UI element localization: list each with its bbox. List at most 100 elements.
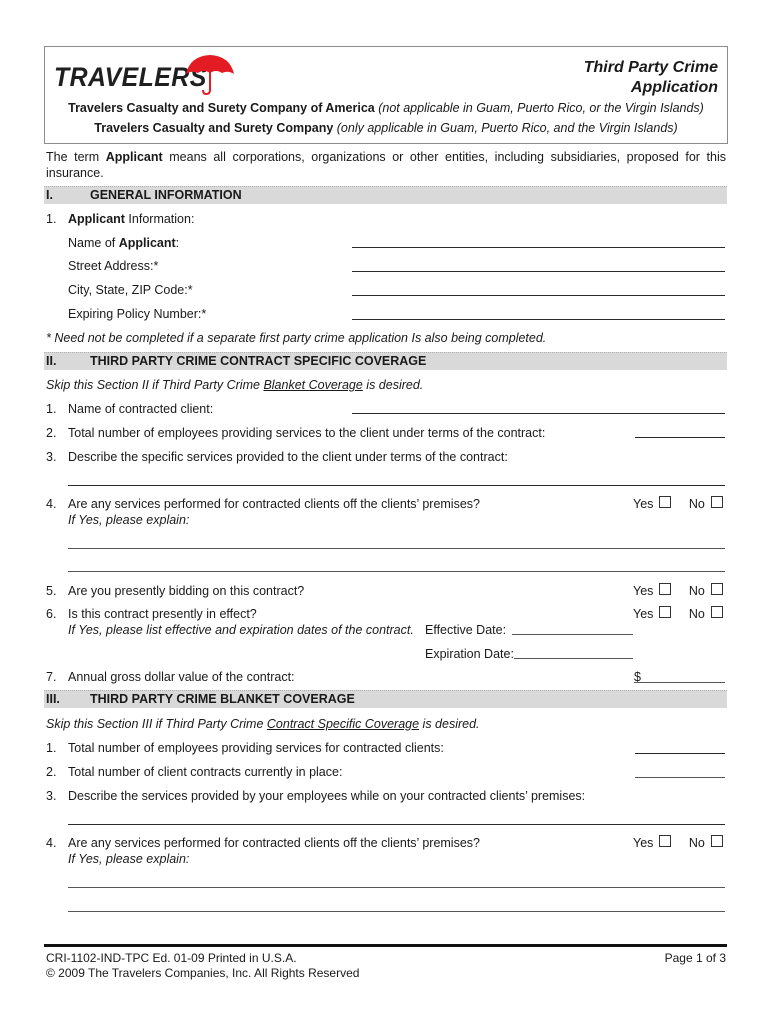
in-effect-label: Is this contract presently in effect? <box>68 607 257 621</box>
section-number: III. <box>46 692 60 706</box>
company-1-name: Travelers Casualty and Surety Company of… <box>68 101 375 115</box>
no-label: No <box>688 607 705 621</box>
company-line-2: Travelers Casualty and Surety Company (o… <box>44 120 728 136</box>
title-line-1: Third Party Crime <box>583 59 718 76</box>
bidding-label: Are you presently bidding on this contra… <box>68 584 305 598</box>
yes-label: Yes <box>633 584 654 598</box>
skip-coverage-name: Blanket Coverage <box>263 378 363 392</box>
expiration-date-label: Expiration Date: <box>425 647 514 661</box>
effective-date-label: Effective Date: <box>425 623 507 637</box>
label-bold: Applicant <box>68 212 125 226</box>
question-number: 1. <box>46 741 57 755</box>
footer-divider <box>44 944 727 947</box>
document-title: Third Party Crime Application <box>584 58 718 98</box>
applicant-info-label: Applicant Information: <box>68 211 194 227</box>
off-premises-explain-field-2[interactable] <box>68 571 725 572</box>
no-checkbox[interactable] <box>710 583 723 595</box>
client-contracts-count-label: Total number of client contracts current… <box>68 765 343 779</box>
page-number: Page 1 of 3 <box>664 951 726 965</box>
blanket-off-premises-label: Are any services performed for contracte… <box>68 836 480 850</box>
yes-checkbox[interactable] <box>659 835 672 847</box>
expiration-date-field[interactable] <box>514 658 633 659</box>
yes-checkbox[interactable] <box>659 496 672 508</box>
expiring-policy-number-label: Expiring Policy Number:* <box>68 307 207 321</box>
no-label: No <box>688 836 705 850</box>
question-number: 6. <box>46 607 57 621</box>
label-bold: Applicant <box>118 236 176 250</box>
question-number: 1. <box>46 402 57 416</box>
blanket-off-premises-yes-no: Yes No <box>633 835 723 851</box>
no-checkbox[interactable] <box>710 496 723 508</box>
city-state-zip-field[interactable] <box>352 295 725 296</box>
blanket-services-label: Describe the services provided by your e… <box>68 789 586 803</box>
specific-services-field[interactable] <box>68 485 725 486</box>
contract-dates-instruction: If Yes, please list effective and expira… <box>68 623 414 637</box>
question-number: 1. <box>46 212 57 226</box>
title-line-2: Application <box>630 79 718 96</box>
section-title: THIRD PARTY CRIME CONTRACT SPECIFIC COVE… <box>90 354 427 368</box>
effective-date-field[interactable] <box>512 634 633 635</box>
label-prefix: Name of <box>68 236 119 250</box>
skip-prefix: Skip this Section II if Third Party Crim… <box>46 378 264 392</box>
question-number: 2. <box>46 765 57 779</box>
label-suffix: : <box>175 236 180 250</box>
gross-dollar-value-field[interactable] <box>634 682 725 683</box>
employees-count-field[interactable] <box>635 437 725 438</box>
section-2-header: II. THIRD PARTY CRIME CONTRACT SPECIFIC … <box>44 352 727 370</box>
section-3-header: III. THIRD PARTY CRIME BLANKET COVERAGE <box>44 690 727 708</box>
yes-checkbox[interactable] <box>659 583 672 595</box>
blanket-off-premises-explain-field-1[interactable] <box>68 887 725 888</box>
employees-count-label: Total number of employees providing serv… <box>68 426 546 440</box>
skip-prefix: Skip this Section III if Third Party Cri… <box>46 717 267 731</box>
name-of-applicant-label: Name of Applicant: <box>68 235 179 251</box>
name-of-applicant-field[interactable] <box>352 247 725 248</box>
question-number: 3. <box>46 789 57 803</box>
umbrella-icon <box>186 55 234 96</box>
off-premises-label: Are any services performed for contracte… <box>68 497 480 511</box>
expiring-policy-number-field[interactable] <box>352 319 725 320</box>
client-contracts-count-field[interactable] <box>635 777 725 778</box>
contracted-client-name-field[interactable] <box>352 413 725 414</box>
yes-label: Yes <box>633 836 654 850</box>
question-number: 2. <box>46 426 57 440</box>
copyright: © 2009 The Travelers Companies, Inc. All… <box>46 966 360 980</box>
question-number: 3. <box>46 450 57 464</box>
city-state-zip-label: City, State, ZIP Code:* <box>68 283 193 297</box>
footnote: * Need not be completed if a separate fi… <box>46 331 547 345</box>
yes-label: Yes <box>633 497 654 511</box>
in-effect-yes-no: Yes No <box>633 606 723 622</box>
off-premises-explain-field-1[interactable] <box>68 548 725 549</box>
question-number: 4. <box>46 497 57 511</box>
section-1-header: I. GENERAL INFORMATION <box>44 186 727 204</box>
specific-services-label: Describe the specific services provided … <box>68 450 508 464</box>
blanket-off-premises-explain-field-2[interactable] <box>68 911 725 912</box>
blanket-services-field[interactable] <box>68 824 725 825</box>
company-1-note: (not applicable in Guam, Puerto Rico, or… <box>378 101 704 115</box>
no-label: No <box>688 584 705 598</box>
travelers-logo: TRAVELERS <box>54 52 234 96</box>
off-premises-yes-no: Yes No <box>633 496 723 512</box>
contracted-client-name-label: Name of contracted client: <box>68 402 214 416</box>
yes-checkbox[interactable] <box>659 606 672 618</box>
skip-suffix: is desired. <box>419 717 480 731</box>
section-title: THIRD PARTY CRIME BLANKET COVERAGE <box>90 692 355 706</box>
section-number: I. <box>46 188 53 202</box>
company-line-1: Travelers Casualty and Surety Company of… <box>44 100 728 116</box>
blanket-employees-count-field[interactable] <box>635 753 725 754</box>
blanket-employees-count-label: Total number of employees providing serv… <box>68 741 444 755</box>
intro-term: Applicant <box>105 150 163 164</box>
form-id: CRI-1102-IND-TPC Ed. 01-09 Printed in U.… <box>46 951 297 965</box>
intro-paragraph: The term Applicant means all corporation… <box>46 149 726 181</box>
off-premises-explain-label: If Yes, please explain: <box>68 513 190 527</box>
section-3-skip-note: Skip this Section III if Third Party Cri… <box>46 716 480 732</box>
question-number: 5. <box>46 584 57 598</box>
street-address-field[interactable] <box>352 271 725 272</box>
no-checkbox[interactable] <box>710 606 723 618</box>
blanket-off-premises-explain-label: If Yes, please explain: <box>68 852 190 866</box>
gross-dollar-value-label: Annual gross dollar value of the contrac… <box>68 670 295 684</box>
intro-prefix: The term <box>46 150 106 164</box>
company-2-note: (only applicable in Guam, Puerto Rico, a… <box>336 121 678 135</box>
label-rest: Information: <box>124 212 195 226</box>
section-title: GENERAL INFORMATION <box>90 188 242 202</box>
no-checkbox[interactable] <box>710 835 723 847</box>
